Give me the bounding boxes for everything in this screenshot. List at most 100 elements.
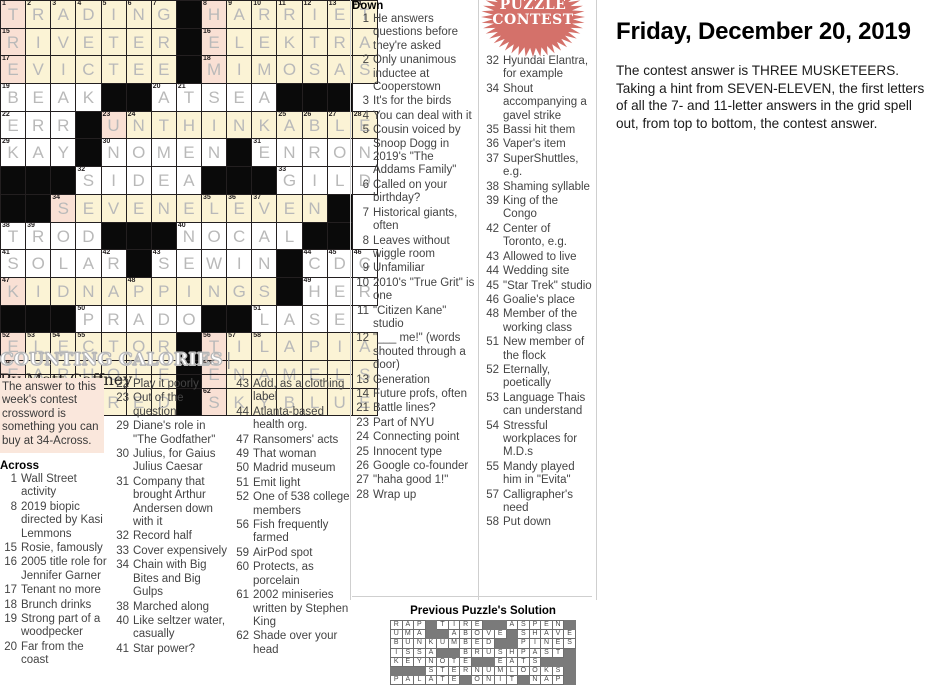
- across-clue[interactable]: 49 That woman: [232, 448, 350, 461]
- grid-cell[interactable]: I: [50, 55, 77, 85]
- grid-cell[interactable]: V: [100, 193, 127, 223]
- grid-cell[interactable]: D: [125, 166, 152, 195]
- grid-cell[interactable]: 6N: [125, 0, 152, 29]
- grid-cell[interactable]: 42 R: [100, 249, 127, 278]
- grid-cell[interactable]: 21 T: [175, 83, 203, 112]
- grid-cell[interactable]: M: [150, 138, 177, 168]
- grid-cell[interactable]: 45 D: [326, 249, 353, 278]
- across-clue[interactable]: 52 One of 538 college members: [232, 491, 350, 518]
- grid-cell[interactable]: 20 A: [150, 83, 177, 112]
- grid-cell[interactable]: O: [276, 55, 303, 85]
- across-clue[interactable]: 43 Add, as a clothing label: [232, 378, 350, 405]
- grid-cell[interactable]: 23 U: [100, 111, 127, 140]
- down-clue[interactable]: 36 Vaper's item: [482, 138, 594, 151]
- across-clue[interactable]: 32 Record half: [112, 530, 230, 543]
- grid-cell[interactable]: T: [100, 27, 127, 57]
- grid-cell[interactable]: S: [251, 276, 278, 306]
- grid-cell[interactable]: E: [326, 276, 353, 306]
- grid-cell[interactable]: 8H: [200, 0, 228, 29]
- down-clue[interactable]: 28 Wrap up: [352, 489, 477, 502]
- grid-cell[interactable]: I: [226, 55, 253, 85]
- down-clue[interactable]: 14 Future profs, often: [352, 388, 477, 401]
- grid-cell[interactable]: R: [326, 27, 353, 57]
- grid-cell[interactable]: 50 P: [75, 305, 102, 334]
- grid-cell[interactable]: M: [251, 55, 278, 85]
- grid-cell[interactable]: 2R: [25, 0, 52, 29]
- down-clue[interactable]: 27 "haha good 1!": [352, 474, 477, 487]
- grid-cell[interactable]: 41 S: [0, 249, 27, 278]
- grid-cell[interactable]: D: [50, 276, 77, 306]
- grid-cell[interactable]: 15 R: [0, 28, 27, 57]
- grid-cell[interactable]: A: [75, 249, 102, 278]
- down-clue[interactable]: 51 New member of the flock: [482, 336, 594, 363]
- grid-cell[interactable]: I: [175, 276, 203, 306]
- grid-cell[interactable]: L: [276, 221, 303, 251]
- grid-cell[interactable]: E: [175, 193, 203, 223]
- grid-cell[interactable]: A: [125, 304, 152, 334]
- across-clue[interactable]: 17 Tenant no more: [0, 584, 112, 597]
- grid-cell[interactable]: L: [50, 249, 77, 278]
- grid-cell[interactable]: 12 I: [301, 0, 328, 29]
- grid-cell[interactable]: D: [150, 304, 177, 334]
- down-clue[interactable]: 52 Eternally, poetically: [482, 364, 594, 391]
- down-clue[interactable]: 11 "Citizen Kane" studio: [352, 305, 477, 332]
- across-clue[interactable]: 30 Julius, for Gaius Julius Caesar: [112, 448, 230, 475]
- grid-cell[interactable]: 48 P: [125, 277, 152, 306]
- across-clues-column-3[interactable]: 43 Add, as a clothing label 44 Atlanta-base…: [232, 378, 350, 658]
- grid-cell[interactable]: G: [226, 276, 253, 306]
- grid-cell[interactable]: S: [301, 55, 328, 85]
- grid-cell[interactable]: C: [226, 221, 253, 251]
- across-clue[interactable]: 22 Play it poorly: [112, 378, 230, 391]
- grid-cell[interactable]: E: [125, 193, 152, 223]
- grid-cell[interactable]: 32 S: [75, 166, 102, 195]
- grid-cell[interactable]: I: [100, 166, 127, 195]
- down-clue[interactable]: 9 Unfamiliar: [352, 262, 477, 275]
- across-clue[interactable]: 31 Company that brought Arthur Andersen d…: [112, 476, 230, 530]
- down-clue[interactable]: 58 Put down: [482, 516, 594, 529]
- grid-cell[interactable]: 43 S: [150, 249, 177, 278]
- grid-cell[interactable]: E: [125, 55, 152, 85]
- grid-cell[interactable]: A: [175, 166, 203, 195]
- down-clue[interactable]: 7 Historical giants, often: [352, 207, 477, 234]
- across-clue[interactable]: 19 Strong part of a woodpecker: [0, 613, 112, 640]
- down-clue[interactable]: 13 Generation: [352, 374, 477, 387]
- grid-cell[interactable]: I: [25, 276, 52, 306]
- grid-cell[interactable]: Y: [50, 138, 77, 168]
- grid-cell[interactable]: R: [25, 110, 52, 140]
- across-clue[interactable]: 61 2002 miniseries written by Stephen Kin…: [232, 589, 350, 629]
- across-clues-column-2[interactable]: 22 Play it poorly 23 Out of the question 29 D…: [112, 378, 230, 657]
- down-clue[interactable]: 43 Allowed to live: [482, 251, 594, 264]
- down-clue[interactable]: 21 Battle lines?: [352, 402, 477, 415]
- grid-cell[interactable]: E: [276, 193, 303, 223]
- across-clue[interactable]: 44 Atlanta-based health org.: [232, 406, 350, 433]
- grid-cell[interactable]: N: [251, 249, 278, 278]
- grid-cell[interactable]: T: [150, 110, 177, 140]
- down-clue[interactable]: 32 Hyundai Elantra, for example: [482, 55, 594, 82]
- down-clue[interactable]: 25 Innocent type: [352, 446, 477, 459]
- grid-cell[interactable]: I: [25, 27, 52, 57]
- across-clue[interactable]: 8 2019 biopic directed by Kasi Lemmons: [0, 501, 112, 541]
- down-clue[interactable]: 45 "Star Trek" studio: [482, 280, 594, 293]
- grid-cell[interactable]: T: [100, 55, 127, 85]
- across-clue[interactable]: 38 Marched along: [112, 601, 230, 614]
- down-clue[interactable]: 38 Shaming syllable: [482, 181, 594, 194]
- grid-cell[interactable]: O: [25, 249, 52, 278]
- down-clue[interactable]: 37 SuperShuttles, e.g.: [482, 153, 594, 180]
- down-clue[interactable]: 24 Connecting point: [352, 431, 477, 444]
- grid-cell[interactable]: 3A: [50, 0, 77, 29]
- grid-cell[interactable]: E: [326, 304, 353, 334]
- grid-cell[interactable]: 38 T: [0, 222, 27, 251]
- across-clue[interactable]: 60 Protects, as porcelain: [232, 561, 350, 588]
- grid-cell[interactable]: 47 K: [0, 277, 27, 306]
- grid-cell[interactable]: S: [200, 83, 228, 112]
- grid-cell[interactable]: 7G: [150, 0, 177, 29]
- across-clue[interactable]: 29 Diane's role in "The Godfather": [112, 420, 230, 447]
- grid-cell[interactable]: E: [226, 83, 253, 112]
- down-clues-column-1[interactable]: 1 He answers questions before they're ask…: [352, 13, 477, 503]
- down-clues-column-2[interactable]: 32 Hyundai Elantra, for example 34 Shout ac…: [482, 55, 594, 531]
- grid-cell[interactable]: 11 R: [276, 0, 303, 29]
- down-clue[interactable]: 26 Google co-founder: [352, 460, 477, 473]
- down-clue[interactable]: 6 Called on your birthday?: [352, 179, 477, 206]
- grid-cell[interactable]: E: [175, 138, 203, 168]
- across-clue[interactable]: 56 Fish frequently farmed: [232, 519, 350, 546]
